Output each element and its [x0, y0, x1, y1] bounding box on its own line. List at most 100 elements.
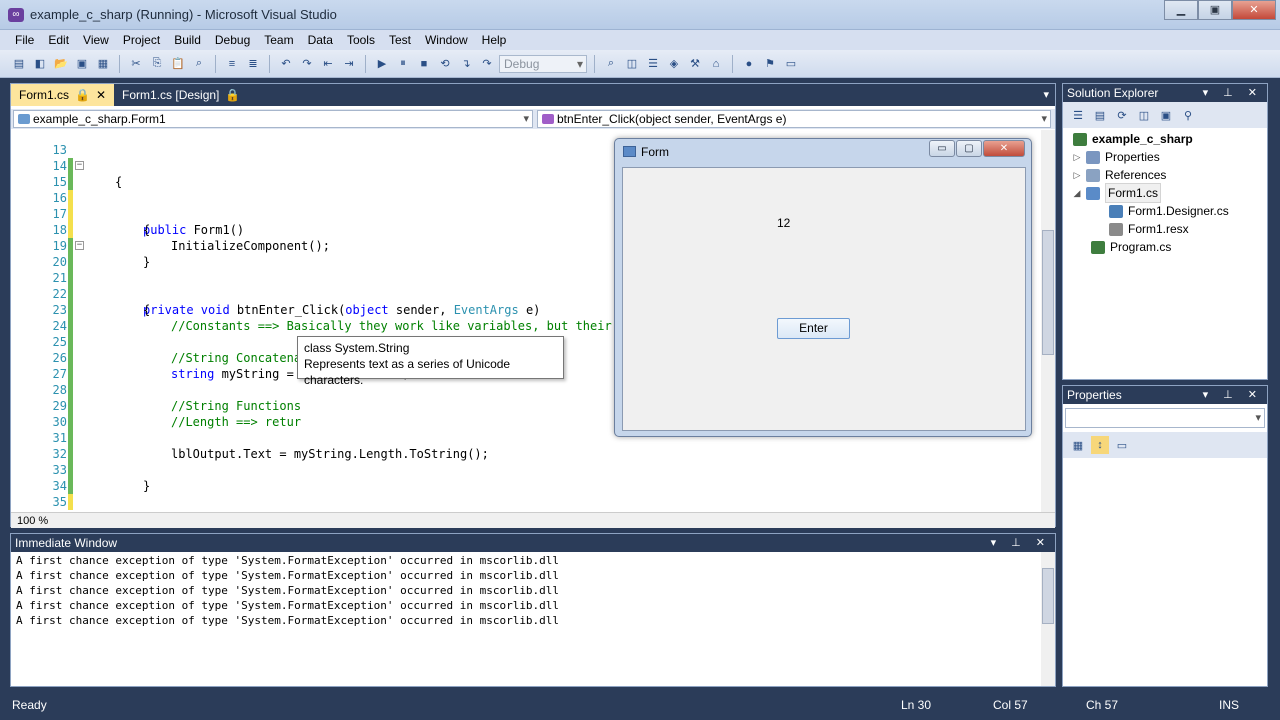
maximize-button[interactable]: ▣: [1198, 0, 1232, 20]
class-diagram-icon[interactable]: ⚲: [1179, 106, 1197, 124]
tree-item-form1-resx[interactable]: Form1.resx: [1109, 220, 1189, 238]
menu-window[interactable]: Window: [418, 30, 475, 50]
output-line: A first chance exception of type 'System…: [16, 569, 560, 582]
solution-config-select[interactable]: Debug: [499, 54, 587, 73]
tree-item-references[interactable]: ▷ References: [1073, 166, 1167, 184]
view-designer-icon[interactable]: ▣: [1157, 106, 1175, 124]
start-page-icon[interactable]: ⌂: [707, 55, 725, 73]
step-into-icon[interactable]: ↴: [457, 55, 475, 73]
restart-icon[interactable]: ⟲: [436, 55, 454, 73]
save-icon[interactable]: ▣: [73, 55, 91, 73]
code-line: 34: [11, 462, 1041, 510]
menu-project[interactable]: Project: [116, 30, 167, 50]
copy-icon[interactable]: ⎘: [148, 55, 166, 73]
form-close-button[interactable]: ✕: [983, 140, 1025, 157]
open-file-icon[interactable]: 📂: [52, 55, 70, 73]
zoom-select[interactable]: 100 %: [11, 514, 73, 528]
panel-header-controls[interactable]: ▾ ⊥ ✕: [1203, 388, 1263, 401]
add-item-icon[interactable]: ◧: [31, 55, 49, 73]
paste-icon[interactable]: 📋: [169, 55, 187, 73]
immediate-vertical-scrollbar[interactable]: [1041, 552, 1055, 686]
panel-header-controls[interactable]: ▾ ⊥ ✕: [1203, 86, 1263, 99]
tree-item-program-cs[interactable]: Program.cs: [1091, 238, 1171, 256]
menu-edit[interactable]: Edit: [41, 30, 76, 50]
panel-header-controls[interactable]: ▾ ⊥ ✕: [991, 536, 1051, 549]
close-button[interactable]: ✕: [1232, 0, 1276, 20]
status-text: Ready: [12, 698, 47, 712]
tabs-dropdown-icon[interactable]: ▾: [1043, 88, 1049, 101]
immediate-header: Immediate Window ▾ ⊥ ✕: [11, 534, 1055, 552]
menu-file[interactable]: File: [8, 30, 41, 50]
code-line: 36 }: [11, 494, 1041, 512]
find-in-files-icon[interactable]: ⌕: [602, 55, 620, 73]
uncomment-icon[interactable]: ≣: [244, 55, 262, 73]
find-icon[interactable]: ⌕: [190, 55, 208, 73]
properties-panel: Properties ▾ ⊥ ✕ ▦ ↕ ▭: [1062, 385, 1268, 687]
pause-icon[interactable]: ⏸: [394, 55, 412, 73]
window-layout-icon[interactable]: ▭: [782, 55, 800, 73]
breakpoint-icon[interactable]: ●: [740, 55, 758, 73]
object-select[interactable]: [1065, 408, 1265, 428]
expand-arrow-icon[interactable]: ▷: [1073, 148, 1081, 166]
menu-debug[interactable]: Debug: [208, 30, 257, 50]
step-over-icon[interactable]: ↷: [478, 55, 496, 73]
categorized-icon[interactable]: ▦: [1069, 436, 1087, 454]
tree-item-form1-cs[interactable]: ◢ Form1.cs: [1073, 183, 1162, 203]
class-icon: [18, 114, 30, 124]
tab-form1-design[interactable]: Form1.cs [Design] 🔒: [114, 84, 248, 106]
form-minimize-button[interactable]: ▭: [929, 140, 955, 157]
properties-icon[interactable]: ☰: [1069, 106, 1087, 124]
menu-test[interactable]: Test: [382, 30, 418, 50]
menu-data[interactable]: Data: [301, 30, 340, 50]
toolbox-icon[interactable]: ⚒: [686, 55, 704, 73]
solution-explorer-icon[interactable]: ◫: [623, 55, 641, 73]
solution-explorer-toolbar: ☰ ▤ ⟳ ◫ ▣ ⚲: [1063, 102, 1267, 128]
tree-label: Form1.cs: [1105, 183, 1162, 203]
collapse-icon[interactable]: −: [75, 161, 84, 170]
menu-build[interactable]: Build: [167, 30, 208, 50]
output-line: A first chance exception of type 'System…: [16, 554, 560, 567]
redo-icon[interactable]: ↷: [298, 55, 316, 73]
minimize-button[interactable]: ▁: [1164, 0, 1198, 20]
show-all-files-icon[interactable]: ▤: [1091, 106, 1109, 124]
close-tab-icon[interactable]: ✕: [96, 88, 106, 102]
navigate-back-icon[interactable]: ⇤: [319, 55, 337, 73]
scrollbar-thumb[interactable]: [1042, 568, 1054, 624]
member-select[interactable]: btnEnter_Click(object sender, EventArgs …: [537, 110, 1051, 128]
continue-icon[interactable]: ▶: [373, 55, 391, 73]
properties-icon[interactable]: ☰: [644, 55, 662, 73]
view-code-icon[interactable]: ◫: [1135, 106, 1153, 124]
new-project-icon[interactable]: ▤: [10, 55, 28, 73]
stop-icon[interactable]: ■: [415, 55, 433, 73]
scrollbar-thumb[interactable]: [1042, 230, 1054, 355]
bookmark-icon[interactable]: ⚑: [761, 55, 779, 73]
menu-tools[interactable]: Tools: [340, 30, 382, 50]
tab-form1-cs[interactable]: Form1.cs 🔒 ✕: [11, 84, 115, 106]
save-all-icon[interactable]: ▦: [94, 55, 112, 73]
tree-item-form1-designer[interactable]: Form1.Designer.cs: [1109, 202, 1229, 220]
collapse-icon[interactable]: −: [75, 241, 84, 250]
tree-project[interactable]: example_c_sharp: [1073, 130, 1193, 148]
menu-team[interactable]: Team: [257, 30, 300, 50]
quickinfo-tooltip: class System.String Represents text as a…: [297, 336, 564, 387]
collapse-arrow-icon[interactable]: ◢: [1073, 184, 1081, 202]
alphabetical-icon[interactable]: ↕: [1091, 436, 1109, 454]
toolbar-separator: [365, 54, 366, 73]
menu-view[interactable]: View: [76, 30, 116, 50]
code-line: 35 }: [11, 478, 1041, 512]
form-client-area: 12 Enter: [622, 167, 1026, 431]
object-browser-icon[interactable]: ◈: [665, 55, 683, 73]
enter-button[interactable]: Enter: [777, 318, 850, 339]
cut-icon[interactable]: ✂: [127, 55, 145, 73]
navigate-forward-icon[interactable]: ⇥: [340, 55, 358, 73]
comment-icon[interactable]: ≡: [223, 55, 241, 73]
editor-vertical-scrollbar[interactable]: [1041, 130, 1055, 512]
undo-icon[interactable]: ↶: [277, 55, 295, 73]
form-maximize-button[interactable]: ▢: [956, 140, 982, 157]
tree-item-properties[interactable]: ▷ Properties: [1073, 148, 1160, 166]
property-pages-icon[interactable]: ▭: [1113, 436, 1131, 454]
refresh-icon[interactable]: ⟳: [1113, 106, 1131, 124]
expand-arrow-icon[interactable]: ▷: [1073, 166, 1081, 184]
menu-help[interactable]: Help: [475, 30, 514, 50]
type-select[interactable]: example_c_sharp.Form1: [13, 110, 533, 128]
